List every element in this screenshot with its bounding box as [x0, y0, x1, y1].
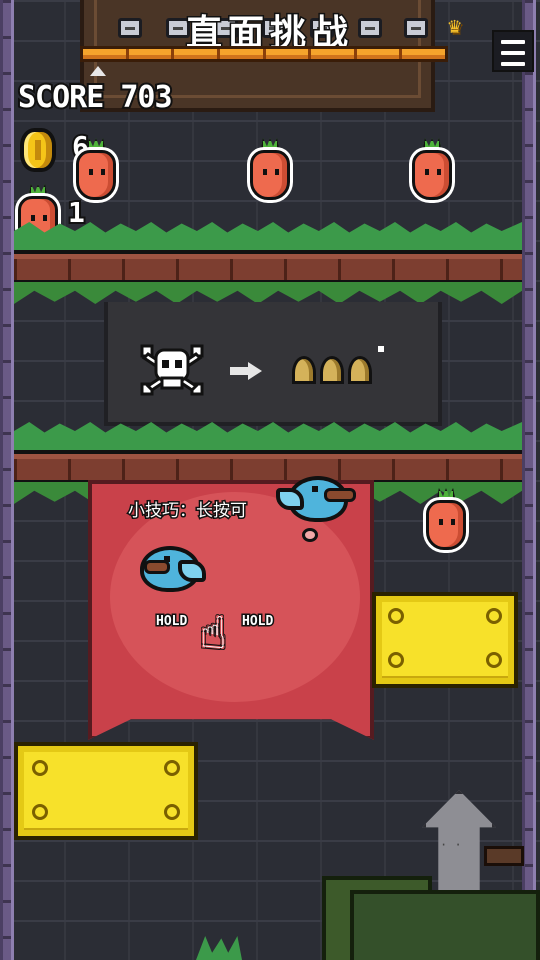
- carrot-pickup: [250, 138, 290, 200]
- stone-arrow-face: · ·: [440, 838, 462, 852]
- wooden-pole: [484, 846, 524, 866]
- tutorial-tip-text: 小技巧：长按可: [127, 500, 249, 523]
- player-bird: [276, 470, 362, 530]
- tutorial-bird-icon: [128, 540, 214, 600]
- hold-label-right: HOLD: [240, 613, 274, 631]
- brick-ledge: [14, 450, 522, 484]
- left-wall: [0, 0, 14, 960]
- level-progress-bar: [80, 46, 448, 62]
- score-display: SCORE 703: [16, 78, 175, 117]
- carrot-pickup: [412, 138, 452, 200]
- tap-hand-icon: ☝: [200, 608, 227, 659]
- progress-marker-icon: [90, 66, 106, 76]
- menu-icon: [501, 40, 525, 44]
- bullet-icon: [292, 356, 316, 384]
- carrot-pickup: [76, 138, 116, 200]
- coin-icon: [20, 128, 56, 172]
- bullet-icon: [348, 356, 372, 384]
- yellow-block-left: [14, 742, 198, 840]
- level-title: 直面挑战: [184, 12, 354, 56]
- arrow-right-icon: [230, 362, 264, 380]
- mossy-rock: [350, 890, 540, 960]
- trophy-icon: ♛: [448, 14, 462, 39]
- brick-ledge: [14, 250, 522, 284]
- yellow-block-right: [372, 592, 518, 688]
- hold-label-left: HOLD: [154, 613, 188, 631]
- right-wall: [522, 0, 536, 960]
- bullet-icon: [320, 356, 344, 384]
- menu-button[interactable]: [492, 30, 534, 72]
- skull-crossbones-icon: [140, 344, 204, 396]
- sparkle-icon: [378, 346, 384, 352]
- carrot-count: 1: [66, 194, 87, 231]
- bird-feet: [302, 528, 318, 542]
- carrot-pickup: [426, 488, 466, 550]
